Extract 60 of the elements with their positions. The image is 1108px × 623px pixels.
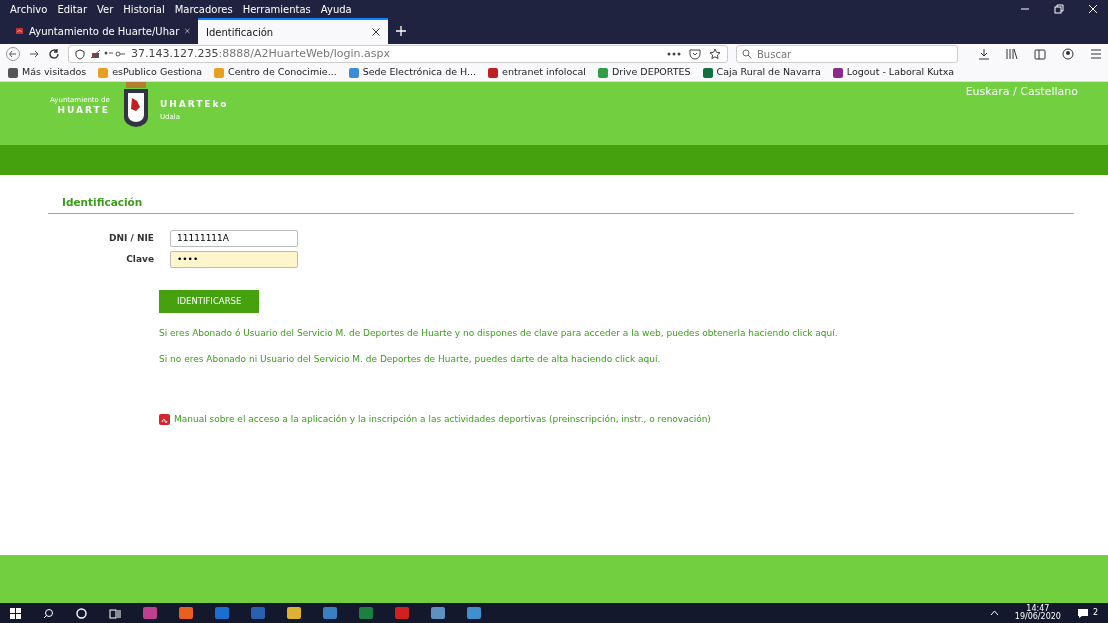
more-icon[interactable] — [667, 52, 681, 56]
bookmark-link[interactable]: esPublico Gestiona — [98, 65, 203, 80]
menu-item[interactable]: Editar — [57, 1, 87, 17]
notification-count: 2 — [1092, 607, 1098, 619]
star-icon[interactable] — [709, 48, 721, 60]
clock-time: 14:47 — [1026, 605, 1050, 613]
pocket-icon[interactable] — [689, 48, 701, 60]
bookmark-link[interactable]: Caja Rural de Navarra — [702, 65, 821, 80]
manual-link[interactable]: Manual sobre el acceso a la aplicación y la inscripción a las actividades deportivas (preinscripción, instr., o renovación) — [174, 412, 711, 426]
menu-item[interactable]: Ver — [97, 1, 114, 17]
account-icon[interactable] — [1062, 48, 1074, 60]
reload-icon[interactable] — [48, 48, 60, 60]
bookmark-link[interactable]: Centro de Conocimie... — [214, 65, 337, 80]
chevron-up-icon[interactable] — [989, 610, 999, 616]
menu-item[interactable]: Marcadores — [174, 1, 233, 17]
text-field[interactable]: 11111111A — [170, 229, 298, 247]
menu-item[interactable]: Historial — [123, 1, 165, 17]
basque-name: UHARTEko — [159, 98, 229, 111]
bookmark-link[interactable]: Drive DEPORTES — [597, 65, 691, 80]
shield-icon — [75, 48, 85, 60]
info-text: Si no eres Abonado ni Usuario del Servicio M. de Deportes de Huarte, puedes darte de alta haciendo click aquí. — [159, 353, 662, 366]
section-title: Identificación — [48, 195, 1074, 214]
clock-date: 19/06/2020 — [1014, 613, 1061, 621]
password-field[interactable]: •••• — [170, 250, 298, 268]
field-label: DNI / NIE — [108, 231, 154, 245]
close-icon[interactable] — [372, 28, 380, 36]
search-field[interactable]: Buscar — [736, 45, 958, 63]
menu-item[interactable]: Herramientas — [242, 1, 311, 17]
bookmark-link[interactable]: entranet infolocal — [488, 65, 586, 80]
org-name: HUARTE — [56, 105, 110, 117]
search-icon — [742, 49, 752, 59]
browser-tab[interactable]: Identificación — [198, 18, 388, 44]
notification-icon[interactable] — [1076, 607, 1089, 619]
windows-icon[interactable] — [10, 607, 21, 619]
back-icon[interactable] — [6, 47, 20, 61]
info-text: Si eres Abonado ó Usuario del Servicio M. de Deportes de Huarte y no dispones de clave para acceder a la web, puedes obtenerla haciendo click aquí. — [159, 326, 839, 340]
tab-title: Ayuntamiento de Huarte/Uhar — [29, 24, 180, 39]
tab-title: Identificación — [206, 25, 274, 40]
field-label: Clave — [125, 252, 154, 266]
plus-icon[interactable] — [396, 26, 406, 36]
lock-icon — [91, 49, 125, 59]
search-icon[interactable] — [43, 607, 54, 619]
task-view-icon[interactable] — [109, 607, 121, 619]
browser-tab[interactable]: Ayuntamiento de Huarte/Uhar — [8, 18, 198, 44]
menu-item[interactable]: Ayuda — [320, 1, 352, 17]
forward-icon[interactable] — [28, 48, 40, 60]
bookmark-link[interactable]: Más visitados — [8, 65, 87, 80]
menu-item[interactable]: Archivo — [10, 1, 48, 17]
site-icon — [16, 26, 24, 36]
library-icon[interactable] — [1006, 48, 1018, 60]
menu-icon[interactable] — [1090, 49, 1102, 59]
download-icon[interactable] — [978, 48, 990, 60]
restore-icon[interactable] — [1054, 4, 1064, 14]
address-bar[interactable]: 37.143.127.235:8888/A2HuarteWeb/login.aspx — [68, 45, 728, 63]
pdf-icon — [159, 413, 170, 425]
circle-icon[interactable] — [76, 607, 87, 619]
sidebar-icon[interactable] — [1034, 48, 1046, 60]
bookmark-link[interactable]: Logout - Laboral Kutxa — [832, 65, 955, 80]
bookmark-link[interactable]: Sede Electrónica de H... — [348, 65, 477, 80]
url-text[interactable]: 37.143.127.235:8888/A2HuarteWeb/login.aspx — [131, 45, 390, 63]
